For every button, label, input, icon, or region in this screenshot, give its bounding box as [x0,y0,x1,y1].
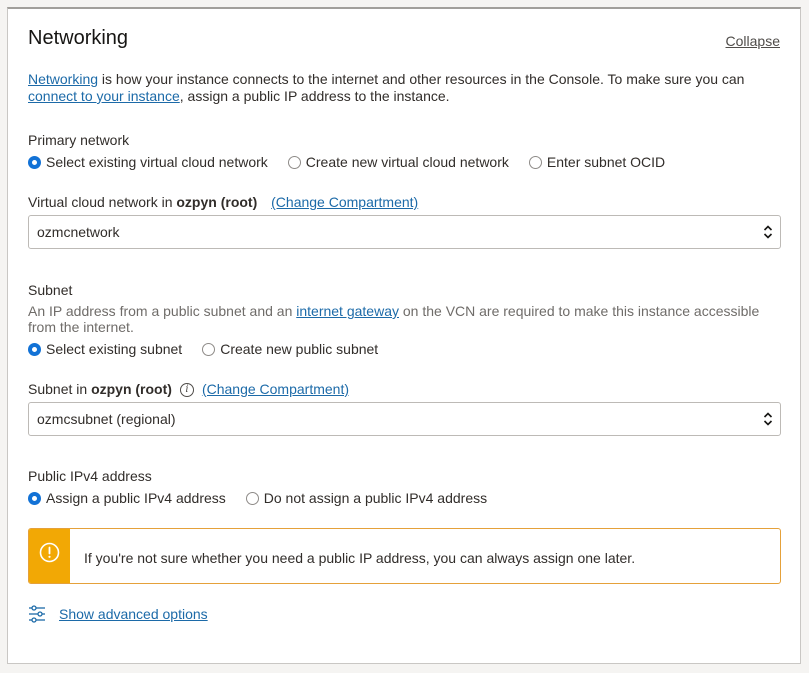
collapse-link[interactable]: Collapse [726,33,780,49]
warning-banner: If you're not sure whether you need a pu… [28,528,781,584]
vcn-select-value: ozmcnetwork [37,224,120,240]
radio-unselected-icon[interactable] [528,155,542,169]
sliders-icon [29,605,45,623]
intro-text-2: , assign a public IP address to the inst… [179,88,450,104]
up-down-chevron-icon [763,224,773,243]
radio-no-public-ip[interactable]: Do not assign a public IPv4 address [245,490,488,506]
up-down-chevron-icon [763,411,773,430]
radio-label: Assign a public IPv4 address [46,490,226,506]
intro-line-1: Networking is how your instance connects… [28,71,744,87]
radio-selected-icon[interactable] [28,342,41,356]
radio-label: Do not assign a public IPv4 address [263,490,488,506]
subnet-label: Subnet [28,282,73,298]
radio-existing-vcn[interactable]: Select existing virtual cloud network [28,154,268,170]
warning-message: If you're not sure whether you need a pu… [84,550,636,566]
networking-link[interactable]: Networking [28,71,98,87]
show-advanced-options-link[interactable]: Show advanced options [59,606,208,622]
public-ip-label: Public IPv4 address [28,468,152,484]
subnet-help-suffix: on the VCN are required to make this ins… [398,303,760,319]
radio-existing-subnet[interactable]: Select existing subnet [28,341,182,357]
vcn-select[interactable]: ozmcnetwork [28,215,781,249]
networking-panel: Networking Collapse Networking is how yo… [7,7,801,664]
vcn-label-prefix: Virtual cloud network in [28,194,177,210]
radio-subnet-ocid[interactable]: Enter subnet OCID [528,154,666,170]
subnet-help-prefix: An IP address from a public subnet and a… [28,303,297,319]
subnet-select-label: Subnet in ozpyn (root) i (Change Compartme… [28,381,349,398]
primary-network-label: Primary network [28,132,130,148]
radio-label: Create new virtual cloud network [305,154,509,170]
radio-label: Select existing virtual cloud network [46,154,268,170]
vcn-change-compartment-link[interactable]: (Change Compartment) [271,194,418,210]
section-title: Networking [28,27,129,49]
internet-gateway-link[interactable]: internet gateway [296,303,399,319]
subnet-label-prefix: Subnet in [28,381,92,397]
warning-bar [29,529,70,583]
radio-label: Select existing subnet [46,341,183,357]
info-icon[interactable]: i [179,383,194,398]
subnet-help-line-1: An IP address from a public subnet and a… [28,303,759,319]
radio-unselected-icon[interactable] [202,342,216,356]
intro-line-2: connect to your instance, assign a publi… [28,88,450,104]
radio-unselected-icon[interactable] [287,155,301,169]
radio-label: Enter subnet OCID [546,154,666,170]
vcn-compartment-name: ozpyn (root) [176,194,258,210]
radio-selected-icon[interactable] [28,155,41,169]
primary-network-radio-group: Select existing virtual cloud network Cr… [28,154,685,170]
radio-label: Create new public subnet [220,341,379,357]
subnet-compartment-name: ozpyn (root) [91,381,172,397]
vcn-label: Virtual cloud network in ozpyn (root) (C… [28,194,418,210]
radio-selected-icon[interactable] [28,491,41,505]
radio-create-subnet[interactable]: Create new public subnet [202,341,378,357]
subnet-radio-group: Select existing subnet Create new public… [28,341,398,357]
intro-text-1: is how your instance connects to the int… [98,71,745,87]
subnet-change-compartment-link[interactable]: (Change Compartment) [202,381,349,397]
connect-instance-link[interactable]: connect to your instance [28,88,180,104]
radio-unselected-icon[interactable] [245,491,259,505]
radio-create-vcn[interactable]: Create new virtual cloud network [287,154,509,170]
subnet-select[interactable]: ozmcsubnet (regional) [28,402,781,436]
subnet-help-line-2: from the internet. [28,319,134,335]
subnet-select-value: ozmcsubnet (regional) [37,411,176,427]
warning-circle-icon [39,542,60,563]
public-ip-radio-group: Assign a public IPv4 address Do not assi… [28,490,507,506]
radio-assign-public-ip[interactable]: Assign a public IPv4 address [28,490,226,506]
show-advanced-options[interactable]: Show advanced options [28,605,208,623]
